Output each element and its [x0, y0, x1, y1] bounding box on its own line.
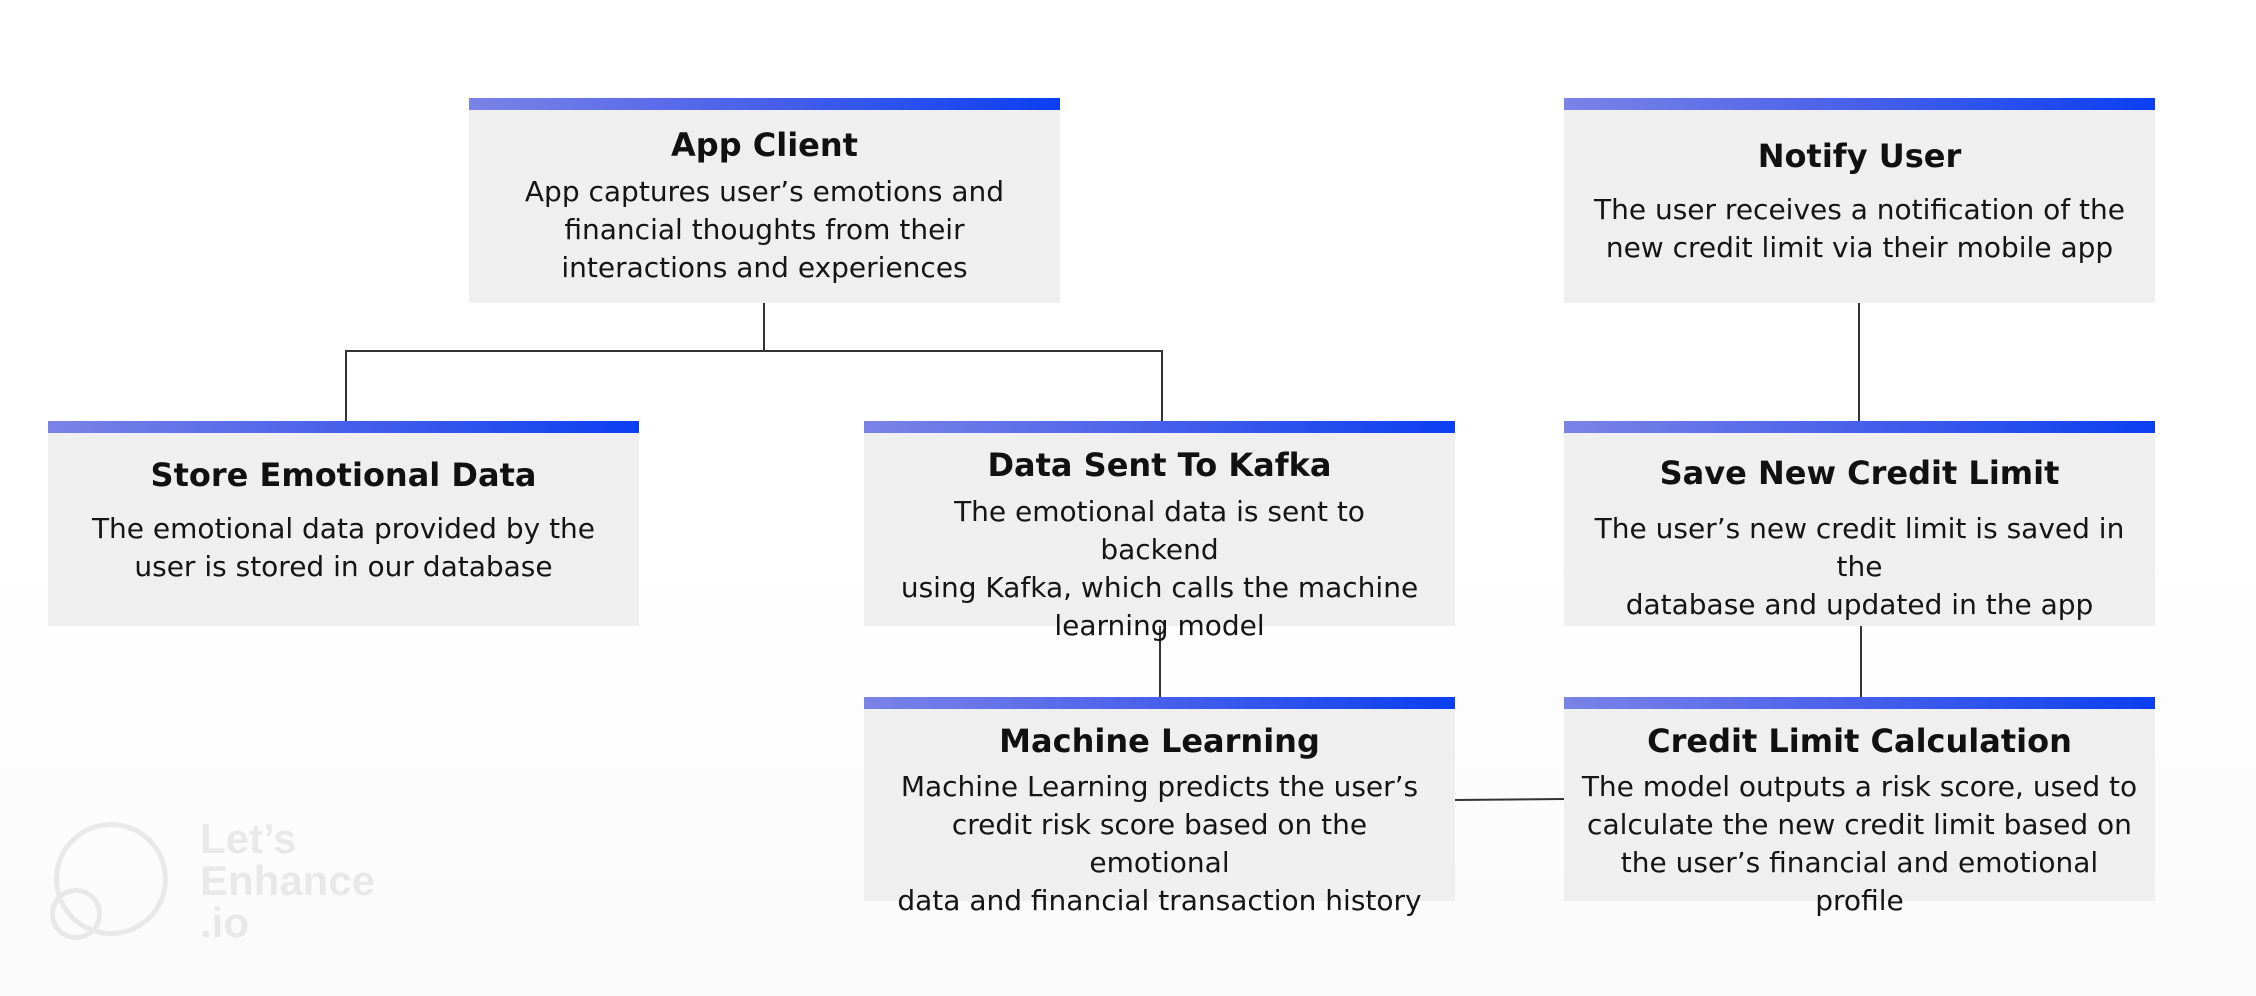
- description-line: The emotional data is sent to backend: [954, 495, 1365, 566]
- node-title: Machine Learning: [999, 722, 1320, 760]
- connector-app-client-to-store: [345, 303, 765, 421]
- node-store-emotional-data: Store Emotional Data The emotional data …: [48, 421, 639, 626]
- node-save-new-credit-limit: Save New Credit Limit The user’s new cre…: [1564, 421, 2155, 626]
- description-line: data and financial transaction history: [897, 884, 1422, 917]
- node-title: Data Sent To Kafka: [987, 446, 1332, 484]
- node-app-client: App Client App captures user’s emotions …: [469, 98, 1060, 303]
- description-line: The user receives a notification of the: [1593, 193, 2125, 226]
- description-line: using Kafka, which calls the machine: [900, 571, 1419, 604]
- node-notify-user: Notify User The user receives a notifica…: [1564, 98, 2155, 303]
- node-description: The user’s new credit limit is saved in …: [1592, 510, 2127, 624]
- description-line: financial thoughts from their: [564, 213, 965, 246]
- node-description: The emotional data provided by the user …: [76, 510, 611, 586]
- description-line: calculate the new credit limit based on: [1587, 808, 2132, 841]
- node-description: The model outputs a risk score, used to …: [1578, 768, 2141, 920]
- accent-bar: [1564, 697, 2155, 709]
- description-line: App captures user’s emotions and: [524, 175, 1005, 208]
- accent-bar: [469, 98, 1060, 110]
- node-title: Credit Limit Calculation: [1647, 722, 2072, 760]
- description-line: the user’s financial and emotional profi…: [1620, 846, 2099, 917]
- description-line: user is stored in our database: [134, 550, 553, 583]
- description-line: interactions and experiences: [561, 251, 968, 284]
- accent-bar: [864, 697, 1455, 709]
- accent-bar: [1564, 421, 2155, 433]
- description-line: The user’s new credit limit is saved in …: [1594, 512, 2125, 583]
- accent-bar: [48, 421, 639, 433]
- watermark-line: .io: [200, 899, 249, 946]
- watermark-line: Let’s: [200, 815, 297, 862]
- node-credit-limit-calculation: Credit Limit Calculation The model outpu…: [1564, 697, 2155, 917]
- node-description: The emotional data is sent to backend us…: [892, 493, 1427, 645]
- watermark-logo: Let’s Enhance .io: [50, 818, 410, 948]
- node-data-sent-to-kafka: Data Sent To Kafka The emotional data is…: [864, 421, 1455, 642]
- connector-app-client-to-kafka: [764, 350, 1163, 421]
- node-title: Store Emotional Data: [150, 456, 537, 494]
- node-title: App Client: [671, 126, 858, 164]
- node-description: The user receives a notification of the …: [1592, 191, 2127, 267]
- accent-bar: [864, 421, 1455, 433]
- description-line: new credit limit via their mobile app: [1605, 231, 2114, 264]
- accent-bar: [1564, 98, 2155, 110]
- watermark-text: Let’s Enhance .io: [200, 818, 375, 944]
- node-description: App captures user’s emotions and financi…: [497, 173, 1032, 287]
- connector-machine-learning-to-credit-calc: [1454, 798, 1565, 801]
- description-line: learning model: [1054, 609, 1265, 642]
- description-line: Machine Learning predicts the user’s: [900, 770, 1419, 803]
- description-line: The emotional data provided by the: [91, 512, 596, 545]
- diagram-canvas: App Client App captures user’s emotions …: [0, 0, 2256, 996]
- node-title: Save New Credit Limit: [1659, 454, 2060, 492]
- description-line: database and updated in the app: [1625, 588, 2094, 621]
- description-line: The model outputs a risk score, used to: [1581, 770, 2138, 803]
- description-line: credit risk score based on the emotional: [951, 808, 1368, 879]
- node-description: Machine Learning predicts the user’s cre…: [892, 768, 1427, 920]
- node-title: Notify User: [1757, 137, 1962, 175]
- watermark-line: Enhance: [200, 857, 376, 904]
- watermark-small-ring-icon: [50, 888, 102, 940]
- node-machine-learning: Machine Learning Machine Learning predic…: [864, 697, 1455, 917]
